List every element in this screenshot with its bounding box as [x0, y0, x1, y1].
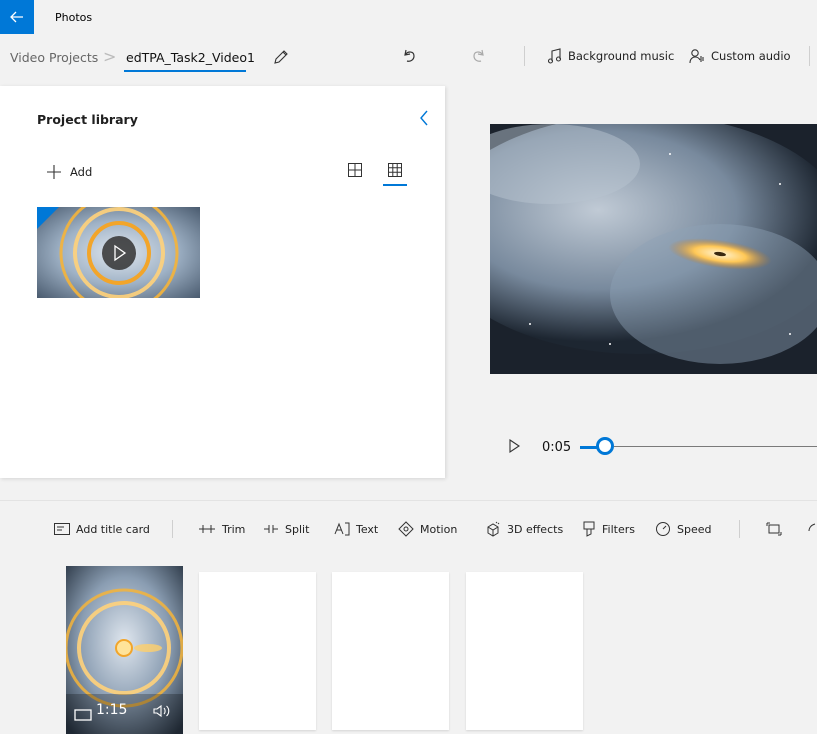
collapse-library-button[interactable]	[417, 108, 431, 128]
breadcrumb-video-projects[interactable]: Video Projects	[10, 50, 98, 65]
library-media-thumbnail[interactable]	[37, 207, 200, 298]
storyboard-empty-slot[interactable]	[199, 572, 316, 730]
3d-effects-label: 3D effects	[507, 522, 564, 536]
custom-audio-button[interactable]: Custom audio	[689, 47, 791, 65]
storyboard-empty-slot[interactable]	[466, 572, 583, 730]
toolbar-separator	[739, 520, 740, 538]
redo-button[interactable]	[468, 46, 488, 66]
motion-label: Motion	[420, 522, 458, 536]
text-button[interactable]: Text	[334, 520, 378, 538]
breadcrumb-project-name[interactable]: edTPA_Task2_Video1	[126, 50, 255, 65]
play-button[interactable]	[506, 437, 522, 455]
seek-bar-track[interactable]	[614, 446, 817, 447]
resize-icon	[766, 522, 782, 536]
command-separator	[524, 46, 525, 66]
project-library-title: Project library	[37, 112, 138, 127]
large-grid-view-button[interactable]	[347, 162, 363, 178]
seek-bar-thumb[interactable]	[596, 437, 614, 455]
split-label: Split	[285, 522, 310, 536]
breadcrumb-separator: >	[103, 47, 117, 66]
music-note-icon	[548, 48, 562, 64]
add-title-card-label: Add title card	[76, 522, 150, 536]
redo-icon	[473, 49, 484, 62]
rename-pencil-icon[interactable]	[272, 48, 290, 66]
small-grid-view-button[interactable]	[387, 162, 403, 178]
filters-icon	[583, 521, 595, 537]
trim-label: Trim	[222, 522, 246, 536]
split-icon	[264, 525, 278, 533]
speed-button[interactable]: Speed	[655, 520, 711, 538]
text-icon	[334, 522, 350, 536]
back-button[interactable]	[0, 0, 34, 34]
3d-effects-icon	[487, 521, 500, 537]
undo-button[interactable]	[400, 46, 420, 66]
filters-button[interactable]: Filters	[582, 520, 635, 538]
trim-icon	[199, 525, 215, 533]
command-separator	[809, 46, 810, 66]
clip-duration-icon	[74, 706, 92, 721]
title-card-icon	[54, 523, 70, 535]
clip-duration: 1:15	[96, 702, 128, 718]
resize-button[interactable]	[766, 520, 782, 538]
3d-effects-button[interactable]: 3D effects	[485, 520, 563, 538]
plus-icon	[47, 165, 61, 179]
large-grid-icon	[348, 163, 362, 177]
more-tools-button[interactable]	[807, 520, 817, 538]
play-icon	[509, 438, 520, 454]
selected-view-indicator	[383, 184, 407, 186]
video-preview[interactable]	[490, 124, 817, 374]
custom-audio-label: Custom audio	[711, 49, 791, 63]
split-button[interactable]: Split	[263, 520, 309, 538]
app-title: Photos	[55, 11, 93, 24]
add-title-card-button[interactable]: Add title card	[54, 520, 150, 538]
small-grid-icon	[388, 163, 402, 177]
speed-label: Speed	[677, 522, 712, 536]
storyboard-empty-slot[interactable]	[332, 572, 449, 730]
toolbar-separator	[172, 520, 173, 538]
add-media-button[interactable]: Add	[46, 162, 92, 182]
custom-audio-icon	[689, 49, 704, 64]
current-time: 0:05	[542, 440, 572, 455]
trim-button[interactable]: Trim	[198, 520, 245, 538]
volume-icon[interactable]	[152, 703, 172, 719]
filters-label: Filters	[602, 522, 635, 536]
speed-icon	[656, 522, 670, 536]
back-arrow-icon	[10, 11, 23, 23]
text-label: Text	[356, 522, 379, 536]
partial-icon	[808, 523, 816, 532]
undo-icon	[404, 49, 415, 62]
breadcrumb-underline	[124, 70, 246, 72]
chevron-left-icon	[420, 110, 428, 126]
background-music-label: Background music	[568, 49, 675, 63]
title-bar	[0, 0, 817, 34]
add-label: Add	[70, 165, 93, 179]
storyboard-divider	[0, 500, 817, 501]
background-music-button[interactable]: Background music	[548, 47, 674, 65]
motion-icon	[398, 521, 414, 537]
motion-button[interactable]: Motion	[398, 520, 457, 538]
